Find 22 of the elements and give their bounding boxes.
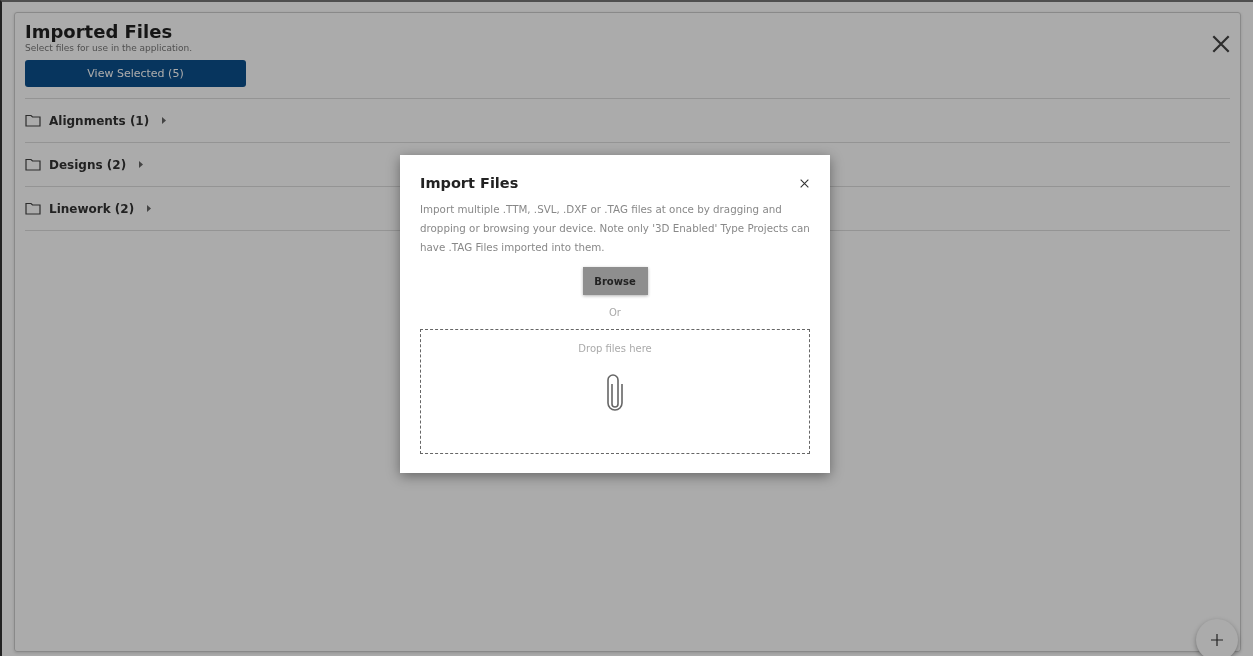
folder-label[interactable]: Alignments (1) xyxy=(49,113,150,128)
folder-label[interactable]: Designs (2) xyxy=(49,157,127,172)
caret-icon[interactable] xyxy=(146,205,153,212)
add-button[interactable] xyxy=(1196,619,1238,656)
dialog-description: Import multiple .TTM, .SVL, .DXF or .TAG files at once by dragging and dropping or browsing your device. Note only '3D Enabled' Type Projects can have .TAG Files imported into them. xyxy=(420,202,810,255)
drop-zone-placeholder: Drop files here xyxy=(578,343,652,354)
view-selected-button[interactable]: View Selected (5) xyxy=(25,60,246,87)
close-button[interactable] xyxy=(799,177,810,188)
folder-icon xyxy=(25,158,41,171)
panel-subtitle: Select files for use in the application. xyxy=(25,43,194,53)
plus-icon xyxy=(1211,634,1223,646)
folder-icon xyxy=(25,114,41,127)
caret-icon[interactable] xyxy=(161,117,168,124)
folder-icon xyxy=(25,202,41,215)
dialog-title: Import Files xyxy=(420,175,519,191)
folder-label[interactable]: Linework (2) xyxy=(49,201,135,216)
caret-icon[interactable] xyxy=(138,161,145,168)
browse-button[interactable]: Browse xyxy=(582,267,648,295)
panel-title: Imported Files xyxy=(25,21,173,42)
separator-text: Or xyxy=(609,307,621,318)
paperclip-icon xyxy=(605,372,625,412)
close-button[interactable] xyxy=(1210,33,1232,55)
